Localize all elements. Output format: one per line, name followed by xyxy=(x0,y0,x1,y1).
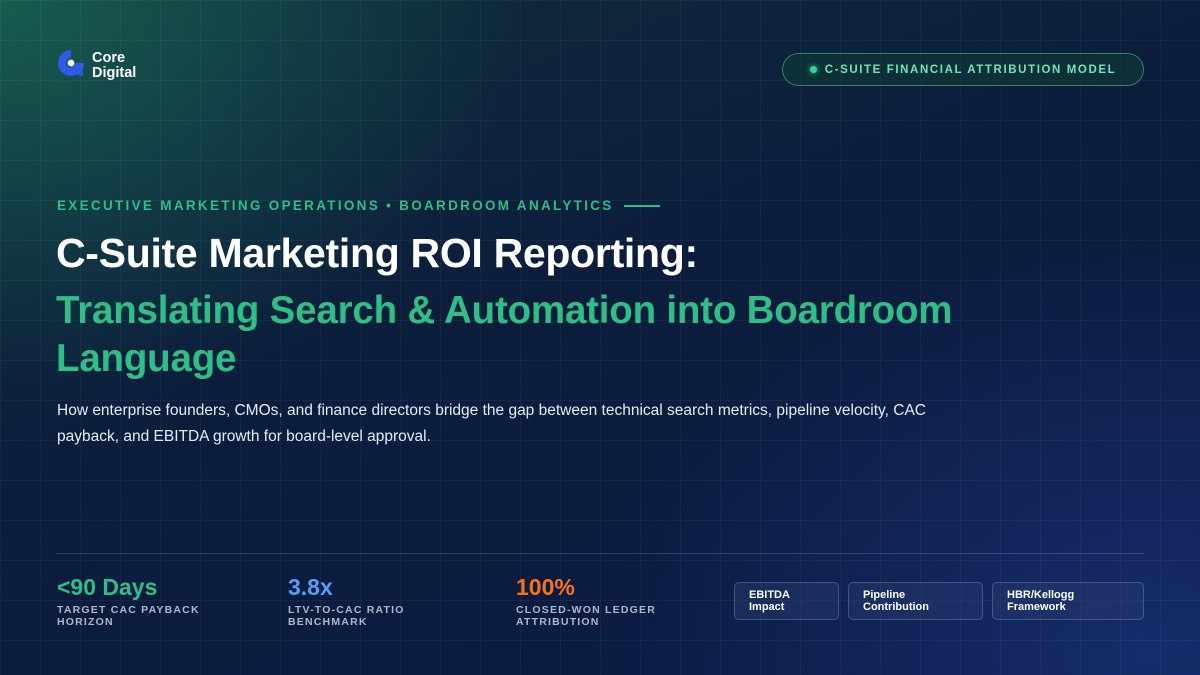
tag-line2: Impact xyxy=(749,601,785,613)
core-digital-logo-icon xyxy=(58,50,84,76)
stat-label: CLOSED-WON LEDGER ATTRIBUTION xyxy=(516,604,656,628)
attribution-model-badge: C-SUITE FINANCIAL ATTRIBUTION MODEL xyxy=(782,53,1144,86)
stat-ledger-attribution: 100% CLOSED-WON LEDGER ATTRIBUTION xyxy=(516,574,656,628)
tag-ebitda-impact[interactable]: EBITDA Impact xyxy=(734,582,839,620)
brand-name: Core Digital xyxy=(92,51,136,81)
brand-logo[interactable]: Core Digital xyxy=(56,47,136,85)
stat-label-line2: HORIZON xyxy=(57,616,114,628)
stat-value: <90 Days xyxy=(57,574,158,600)
eyebrow-text: EXECUTIVE MARKETING OPERATIONS • BOARDRO… xyxy=(57,198,614,213)
eyebrow: EXECUTIVE MARKETING OPERATIONS • BOARDRO… xyxy=(57,198,660,213)
badge-label: C-SUITE FINANCIAL ATTRIBUTION MODEL xyxy=(824,63,1117,76)
page-subtitle: Translating Search & Automation into Boa… xyxy=(56,289,953,380)
stat-label-line1: LTV-TO-CAC RATIO xyxy=(288,604,405,616)
stats-divider xyxy=(56,553,1144,554)
brand-name-line1: Core xyxy=(92,50,126,66)
stat-label-line1: CLOSED-WON LEDGER xyxy=(516,604,656,616)
stat-label-line2: ATTRIBUTION xyxy=(516,616,600,628)
stat-cac-payback: <90 Days TARGET CAC PAYBACK HORIZON xyxy=(57,574,200,628)
tag-hbr-kellogg-framework[interactable]: HBR/Kellogg Framework xyxy=(992,582,1144,620)
hero-slide: Core Digital C-SUITE FINANCIAL ATTRIBUTI… xyxy=(0,0,1200,675)
stat-label-line1: TARGET CAC PAYBACK xyxy=(57,604,200,616)
status-dot-icon xyxy=(809,66,817,73)
stat-label: TARGET CAC PAYBACK HORIZON xyxy=(57,604,200,628)
tag-pipeline-contribution[interactable]: Pipeline Contribution xyxy=(848,582,983,620)
page-title: C-Suite Marketing ROI Reporting: xyxy=(56,230,698,276)
stat-label-line2: BENCHMARK xyxy=(288,616,368,628)
eyebrow-divider-line xyxy=(623,204,660,207)
hero-description: How enterprise founders, CMOs, and finan… xyxy=(57,402,926,445)
tag-line2: Contribution xyxy=(863,601,929,613)
stat-value: 3.8x xyxy=(288,574,333,600)
stat-ltv-cac: 3.8x LTV-TO-CAC RATIO BENCHMARK xyxy=(288,574,405,628)
tag-line1: EBITDA xyxy=(749,589,790,601)
tag-line1: Pipeline xyxy=(863,589,906,601)
stat-label: LTV-TO-CAC RATIO BENCHMARK xyxy=(288,604,405,628)
tag-line1: HBR/Kellogg xyxy=(1007,589,1075,601)
brand-name-line2: Digital xyxy=(92,65,137,81)
stat-value: 100% xyxy=(516,574,575,600)
tag-line2: Framework xyxy=(1007,601,1066,613)
